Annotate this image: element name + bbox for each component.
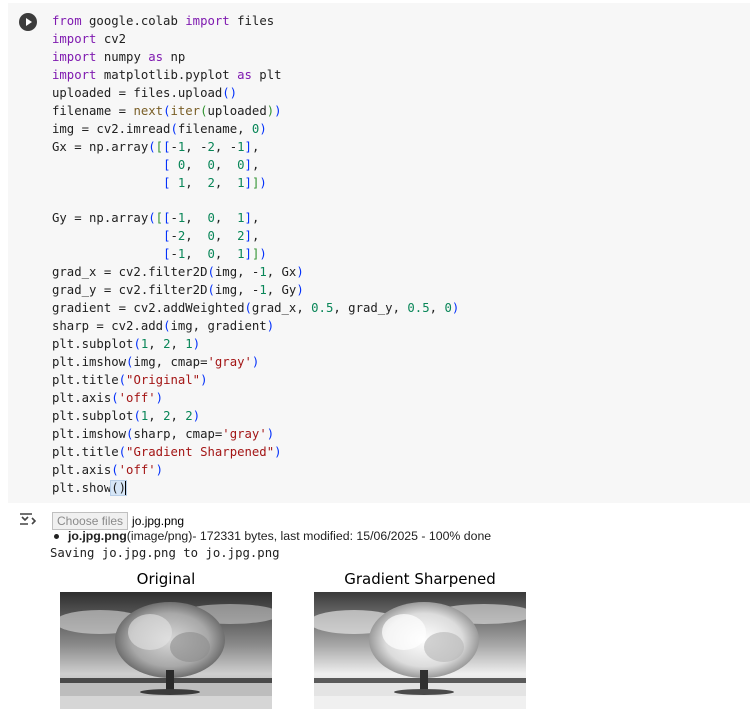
code-line: plt.subplot(1, 2, 2)	[52, 408, 201, 423]
code-line: [ 1, 2, 1]])	[163, 175, 267, 190]
code-line: plt.title("Original")	[52, 373, 208, 388]
code-line: import matplotlib.pyplot as plt	[52, 67, 282, 82]
code-line: [-1, 0, 1]])	[163, 247, 267, 262]
code-line: plt.axis('off')	[52, 391, 164, 406]
output-toggle-button[interactable]	[18, 510, 38, 528]
code-line: import numpy as np	[52, 49, 186, 64]
code-line: [-2, 0, 2],	[163, 229, 260, 244]
plot-title-sharpened: Gradient Sharpened	[344, 570, 496, 588]
code-line: grad_y = cv2.filter2D(img, -1, Gy)	[52, 283, 304, 298]
original-image	[60, 592, 272, 709]
code-line: from google.colab import files	[52, 14, 275, 28]
code-line: [ 0, 0, 0],	[163, 157, 260, 172]
uploaded-file-info: jo.jpg.png (image/png) - 172331 bytes, l…	[52, 529, 491, 543]
code-line: grad_x = cv2.filter2D(img, -1, Gx)	[52, 265, 304, 280]
code-line: plt.axis('off')	[52, 462, 164, 477]
code-editor[interactable]: from google.colab import files import cv…	[52, 13, 459, 498]
text-cursor	[125, 481, 127, 496]
code-line: img = cv2.imread(filename, 0)	[52, 121, 267, 136]
sharpened-image	[314, 592, 526, 709]
code-line: sharp = cv2.add(img, gradient)	[52, 319, 275, 334]
code-line: plt.title("Gradient Sharpened")	[52, 444, 282, 459]
saving-message: Saving jo.jpg.png to jo.jpg.png	[50, 546, 280, 560]
code-line: Gx = np.array([[-1, -2, -1],	[52, 139, 260, 154]
play-icon	[26, 18, 32, 26]
code-line: import cv2	[52, 31, 127, 46]
plot-title-original: Original	[136, 570, 196, 588]
run-cell-button[interactable]	[19, 13, 37, 31]
code-line: Gy = np.array([[-1, 0, 1],	[52, 211, 260, 226]
choose-files-button[interactable]: Choose files	[52, 512, 129, 530]
code-line: gradient = cv2.addWeighted(grad_x, 0.5, …	[52, 301, 460, 316]
code-line: plt.imshow(img, cmap='gray')	[52, 355, 260, 370]
uploaded-file-name: jo.jpg.png	[68, 529, 127, 543]
code-line: plt.imshow(sharp, cmap='gray')	[52, 426, 275, 441]
output-toggle-icon	[20, 513, 37, 525]
file-upload-widget: Choose files jo.jpg.png	[52, 512, 184, 530]
bullet-icon	[54, 533, 59, 539]
uploaded-file-details: - 172331 bytes, last modified: 15/06/202…	[192, 529, 492, 543]
uploaded-file-type: (image/png)	[126, 529, 193, 543]
code-line: plt.subplot(1, 2, 1)	[52, 337, 201, 352]
code-line: filename = next(iter(uploaded))	[52, 103, 282, 118]
code-line: plt.show()	[52, 479, 128, 496]
chosen-file-label: jo.jpg.png	[132, 514, 185, 528]
code-line: uploaded = files.upload()	[52, 85, 238, 100]
